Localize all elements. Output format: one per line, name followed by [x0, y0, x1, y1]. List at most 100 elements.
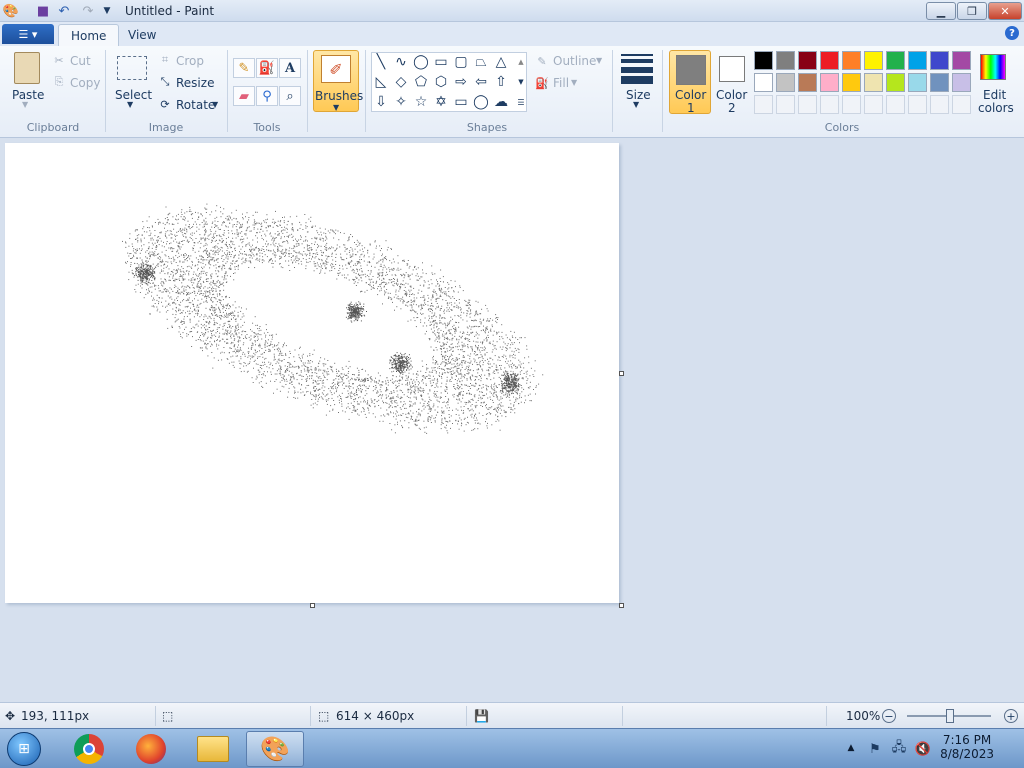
palette-swatch[interactable]: [842, 73, 861, 92]
tab-home[interactable]: Home: [58, 24, 120, 46]
palette-swatch[interactable]: [908, 73, 927, 92]
down-arrow-shape-icon[interactable]: ⇩: [372, 93, 390, 111]
brushes-button[interactable]: ✐ Brushes ▼: [313, 50, 363, 112]
custom-color-slot[interactable]: [842, 95, 861, 114]
right-arrow-shape-icon[interactable]: ⇨: [452, 73, 470, 91]
palette-swatch[interactable]: [820, 51, 839, 70]
magnifier-icon[interactable]: ⌕: [279, 86, 301, 106]
palette-swatch[interactable]: [908, 51, 927, 70]
custom-color-slot[interactable]: [798, 95, 817, 114]
hexagon-shape-icon[interactable]: ⬡: [432, 73, 450, 91]
custom-color-slot[interactable]: [820, 95, 839, 114]
palette-swatch[interactable]: [864, 51, 883, 70]
color1-button[interactable]: Color 1: [669, 50, 711, 115]
rectangle-shape-icon[interactable]: ▭: [432, 53, 450, 71]
size-dropdown-icon[interactable]: ▼: [633, 100, 639, 109]
select-button[interactable]: Select: [115, 88, 152, 102]
palette-swatch[interactable]: [754, 73, 773, 92]
cut-button[interactable]: Cut: [70, 54, 91, 68]
custom-color-slot[interactable]: [754, 95, 773, 114]
canvas-resize-handle-corner[interactable]: [619, 603, 624, 608]
rounded-rectangle-shape-icon[interactable]: ▢: [452, 53, 470, 71]
customize-quick-access-icon[interactable]: ▼: [99, 3, 115, 19]
line-shape-icon[interactable]: ╲: [372, 53, 390, 71]
rotate-dropdown-icon[interactable]: ▼: [212, 100, 218, 109]
polygon-shape-icon[interactable]: ⏢: [472, 53, 490, 71]
palette-swatch[interactable]: [886, 51, 905, 70]
left-arrow-shape-icon[interactable]: ⇦: [472, 73, 490, 91]
pencil-icon[interactable]: ✎: [233, 58, 255, 78]
edit-colors-icon[interactable]: [980, 54, 1006, 80]
fill-button[interactable]: Fill: [553, 76, 569, 90]
paste-button[interactable]: Paste: [12, 88, 44, 102]
taskbar-paint[interactable]: 🎨: [246, 731, 304, 767]
oval-callout-shape-icon[interactable]: ◯: [472, 93, 490, 111]
diamond-shape-icon[interactable]: ◇: [392, 73, 410, 91]
palette-swatch[interactable]: [776, 51, 795, 70]
palette-swatch[interactable]: [842, 51, 861, 70]
palette-swatch[interactable]: [930, 51, 949, 70]
paint-menu-button[interactable]: ☰ ▾: [2, 24, 54, 44]
palette-swatch[interactable]: [798, 73, 817, 92]
custom-color-slot[interactable]: [776, 95, 795, 114]
palette-swatch[interactable]: [952, 51, 971, 70]
text-tool-icon[interactable]: A: [279, 58, 301, 78]
fill-dropdown-icon[interactable]: ▼: [571, 78, 577, 87]
shapes-more-icon[interactable]: ☰: [512, 93, 530, 111]
up-arrow-shape-icon[interactable]: ⇧: [492, 73, 510, 91]
eraser-icon[interactable]: ▰: [233, 86, 255, 106]
outline-dropdown-icon[interactable]: ▼: [596, 56, 602, 65]
minimize-button[interactable]: ▁: [926, 2, 956, 20]
save-icon[interactable]: ■: [35, 3, 51, 19]
triangle-shape-icon[interactable]: △: [492, 53, 510, 71]
fill-bucket-icon[interactable]: ⛽: [256, 58, 278, 78]
shapes-scroll-up-icon[interactable]: ▲: [512, 53, 530, 71]
six-point-star-shape-icon[interactable]: ✡: [432, 93, 450, 111]
resize-button[interactable]: Resize: [176, 76, 214, 90]
taskbar-clock[interactable]: 7:16 PM 8/8/2023: [940, 733, 994, 761]
tab-view[interactable]: View: [116, 24, 168, 46]
taskbar-firefox[interactable]: [122, 731, 180, 767]
canvas-resize-handle-bottom[interactable]: [310, 603, 315, 608]
color2-button[interactable]: [719, 56, 745, 82]
close-button[interactable]: ✕: [988, 2, 1022, 20]
five-point-star-shape-icon[interactable]: ☆: [412, 93, 430, 111]
taskbar-file-explorer[interactable]: [184, 731, 242, 767]
zoom-out-button[interactable]: −: [882, 709, 896, 723]
edit-colors-label-2[interactable]: colors: [978, 101, 1014, 115]
cloud-callout-shape-icon[interactable]: ☁: [492, 93, 510, 111]
palette-swatch[interactable]: [952, 73, 971, 92]
palette-swatch[interactable]: [864, 73, 883, 92]
edit-colors-label[interactable]: Edit: [983, 88, 1006, 102]
select-dropdown-icon[interactable]: ▼: [127, 100, 133, 109]
zoom-slider-thumb[interactable]: [946, 709, 954, 723]
network-icon[interactable]: 🖧: [890, 740, 908, 758]
canvas-resize-handle-right[interactable]: [619, 371, 624, 376]
palette-swatch[interactable]: [754, 51, 773, 70]
crop-button[interactable]: Crop: [176, 54, 204, 68]
paste-icon[interactable]: [14, 52, 40, 84]
custom-color-slot[interactable]: [864, 95, 883, 114]
show-hidden-icons-icon[interactable]: ▲: [845, 741, 857, 755]
size-icon[interactable]: [620, 54, 654, 84]
right-triangle-shape-icon[interactable]: ◺: [372, 73, 390, 91]
volume-muted-icon[interactable]: 🔇: [914, 740, 932, 758]
help-icon[interactable]: ?: [1005, 26, 1019, 40]
palette-swatch[interactable]: [930, 73, 949, 92]
custom-color-slot[interactable]: [886, 95, 905, 114]
shapes-scroll-down-icon[interactable]: ▼: [512, 73, 530, 91]
restore-button[interactable]: ❐: [957, 2, 987, 20]
curve-shape-icon[interactable]: ∿: [392, 53, 410, 71]
custom-color-slot[interactable]: [952, 95, 971, 114]
start-button[interactable]: ⊞: [0, 731, 48, 767]
outline-button[interactable]: Outline: [553, 54, 596, 68]
color-picker-icon[interactable]: ⚲: [256, 86, 278, 106]
paint-app-icon[interactable]: 🎨: [3, 3, 19, 19]
palette-swatch[interactable]: [798, 51, 817, 70]
paste-dropdown-icon[interactable]: ▼: [22, 100, 28, 109]
pentagon-shape-icon[interactable]: ⬠: [412, 73, 430, 91]
palette-swatch[interactable]: [820, 73, 839, 92]
taskbar-chrome[interactable]: [60, 731, 118, 767]
drawing-canvas[interactable]: [5, 143, 619, 603]
copy-button[interactable]: Copy: [70, 76, 100, 90]
